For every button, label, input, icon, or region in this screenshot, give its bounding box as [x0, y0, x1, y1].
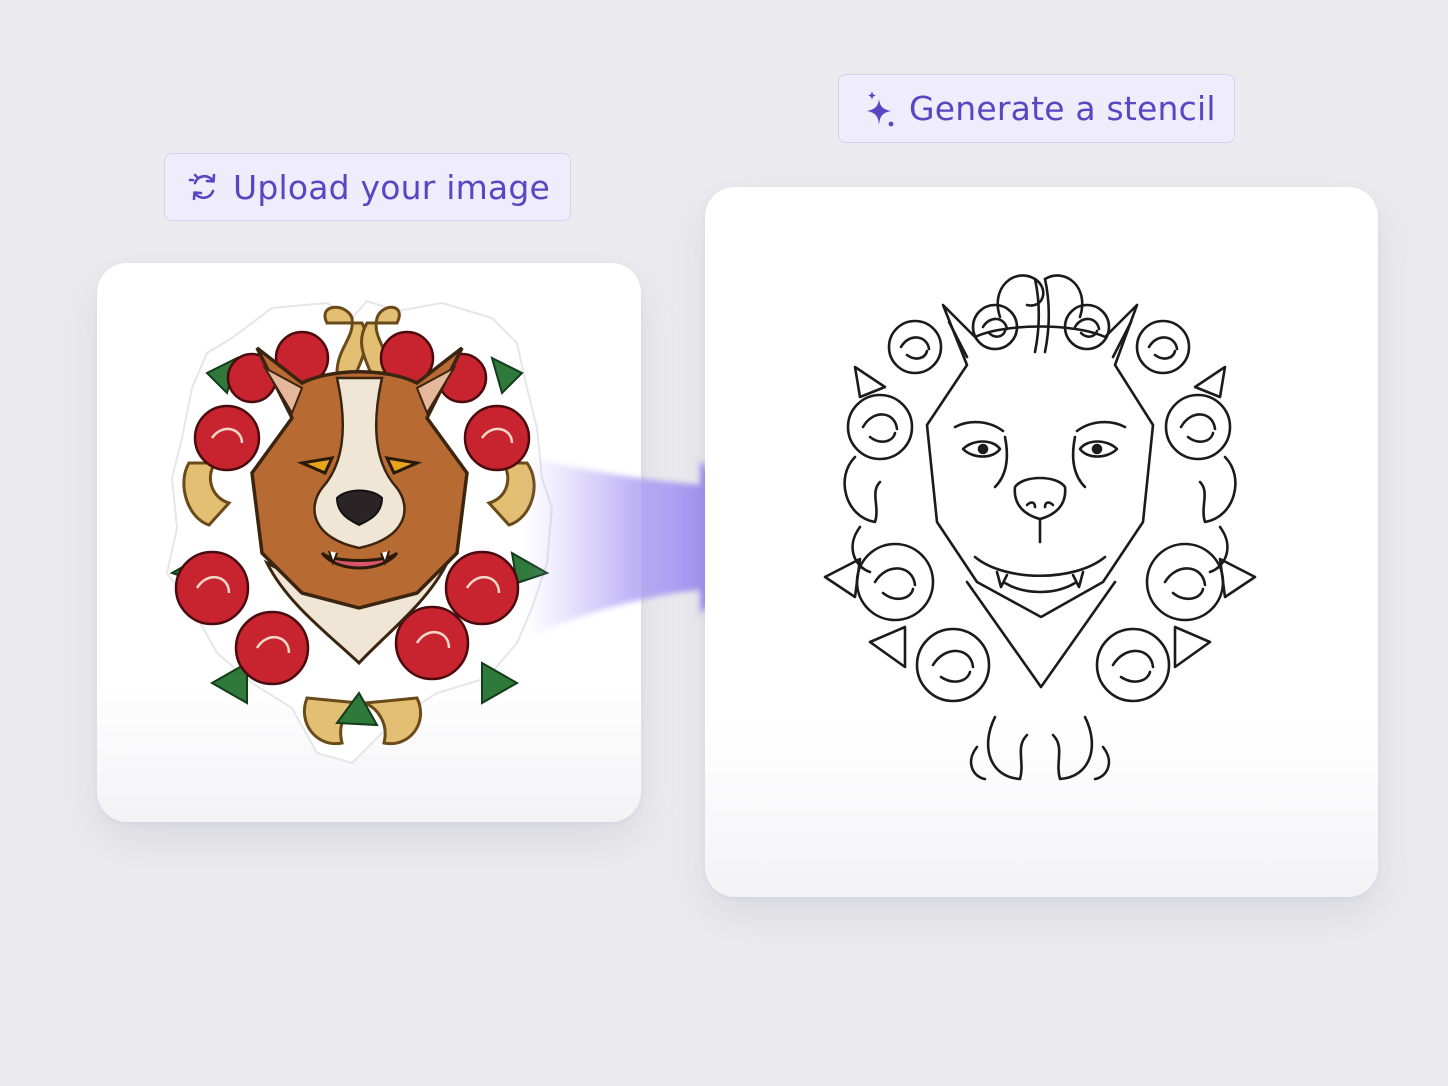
upload-image-label: Upload your image: [233, 167, 550, 207]
refresh-cycle-icon: [187, 170, 221, 204]
source-image-card[interactable]: [97, 263, 641, 822]
stencil-result-card[interactable]: [705, 187, 1378, 897]
line-art-stencil: [823, 274, 1257, 781]
generate-stencil-button[interactable]: Generate a stencil: [838, 74, 1235, 143]
generate-stencil-label: Generate a stencil: [909, 89, 1216, 128]
colored-dog-illustration: [165, 299, 554, 765]
sparkles-icon: [865, 90, 897, 127]
upload-image-button[interactable]: Upload your image: [164, 153, 571, 221]
